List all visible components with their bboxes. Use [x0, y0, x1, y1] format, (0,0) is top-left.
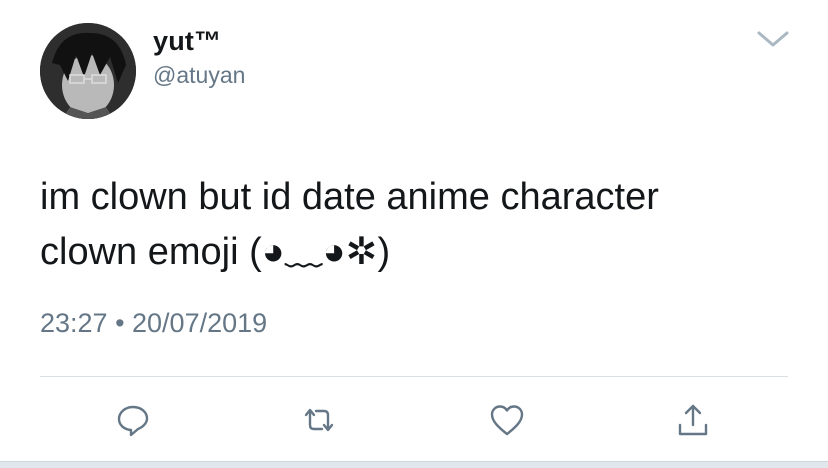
anime-character-avatar-image	[40, 23, 136, 119]
user-handle[interactable]: @atuyan	[153, 62, 245, 89]
reply-icon	[117, 405, 149, 437]
retweet-button[interactable]	[300, 401, 338, 439]
share-icon	[678, 404, 708, 436]
reply-button[interactable]	[114, 401, 152, 439]
divider	[40, 376, 788, 377]
chevron-down-icon[interactable]	[756, 28, 790, 50]
like-button[interactable]	[488, 401, 526, 439]
tweet-timestamp[interactable]: 23:27 • 20/07/2019	[40, 308, 267, 339]
like-icon	[490, 405, 524, 436]
avatar[interactable]	[40, 23, 136, 119]
tweet-line: im clown but id date anime character	[40, 176, 659, 218]
retweet-icon	[304, 408, 334, 432]
tweet-text: im clown but id date anime character clo…	[40, 170, 800, 280]
display-name[interactable]: yut™	[153, 26, 221, 57]
tweet-line: clown emoji (◕﹏◕✲)	[40, 231, 391, 273]
share-button[interactable]	[674, 401, 712, 439]
